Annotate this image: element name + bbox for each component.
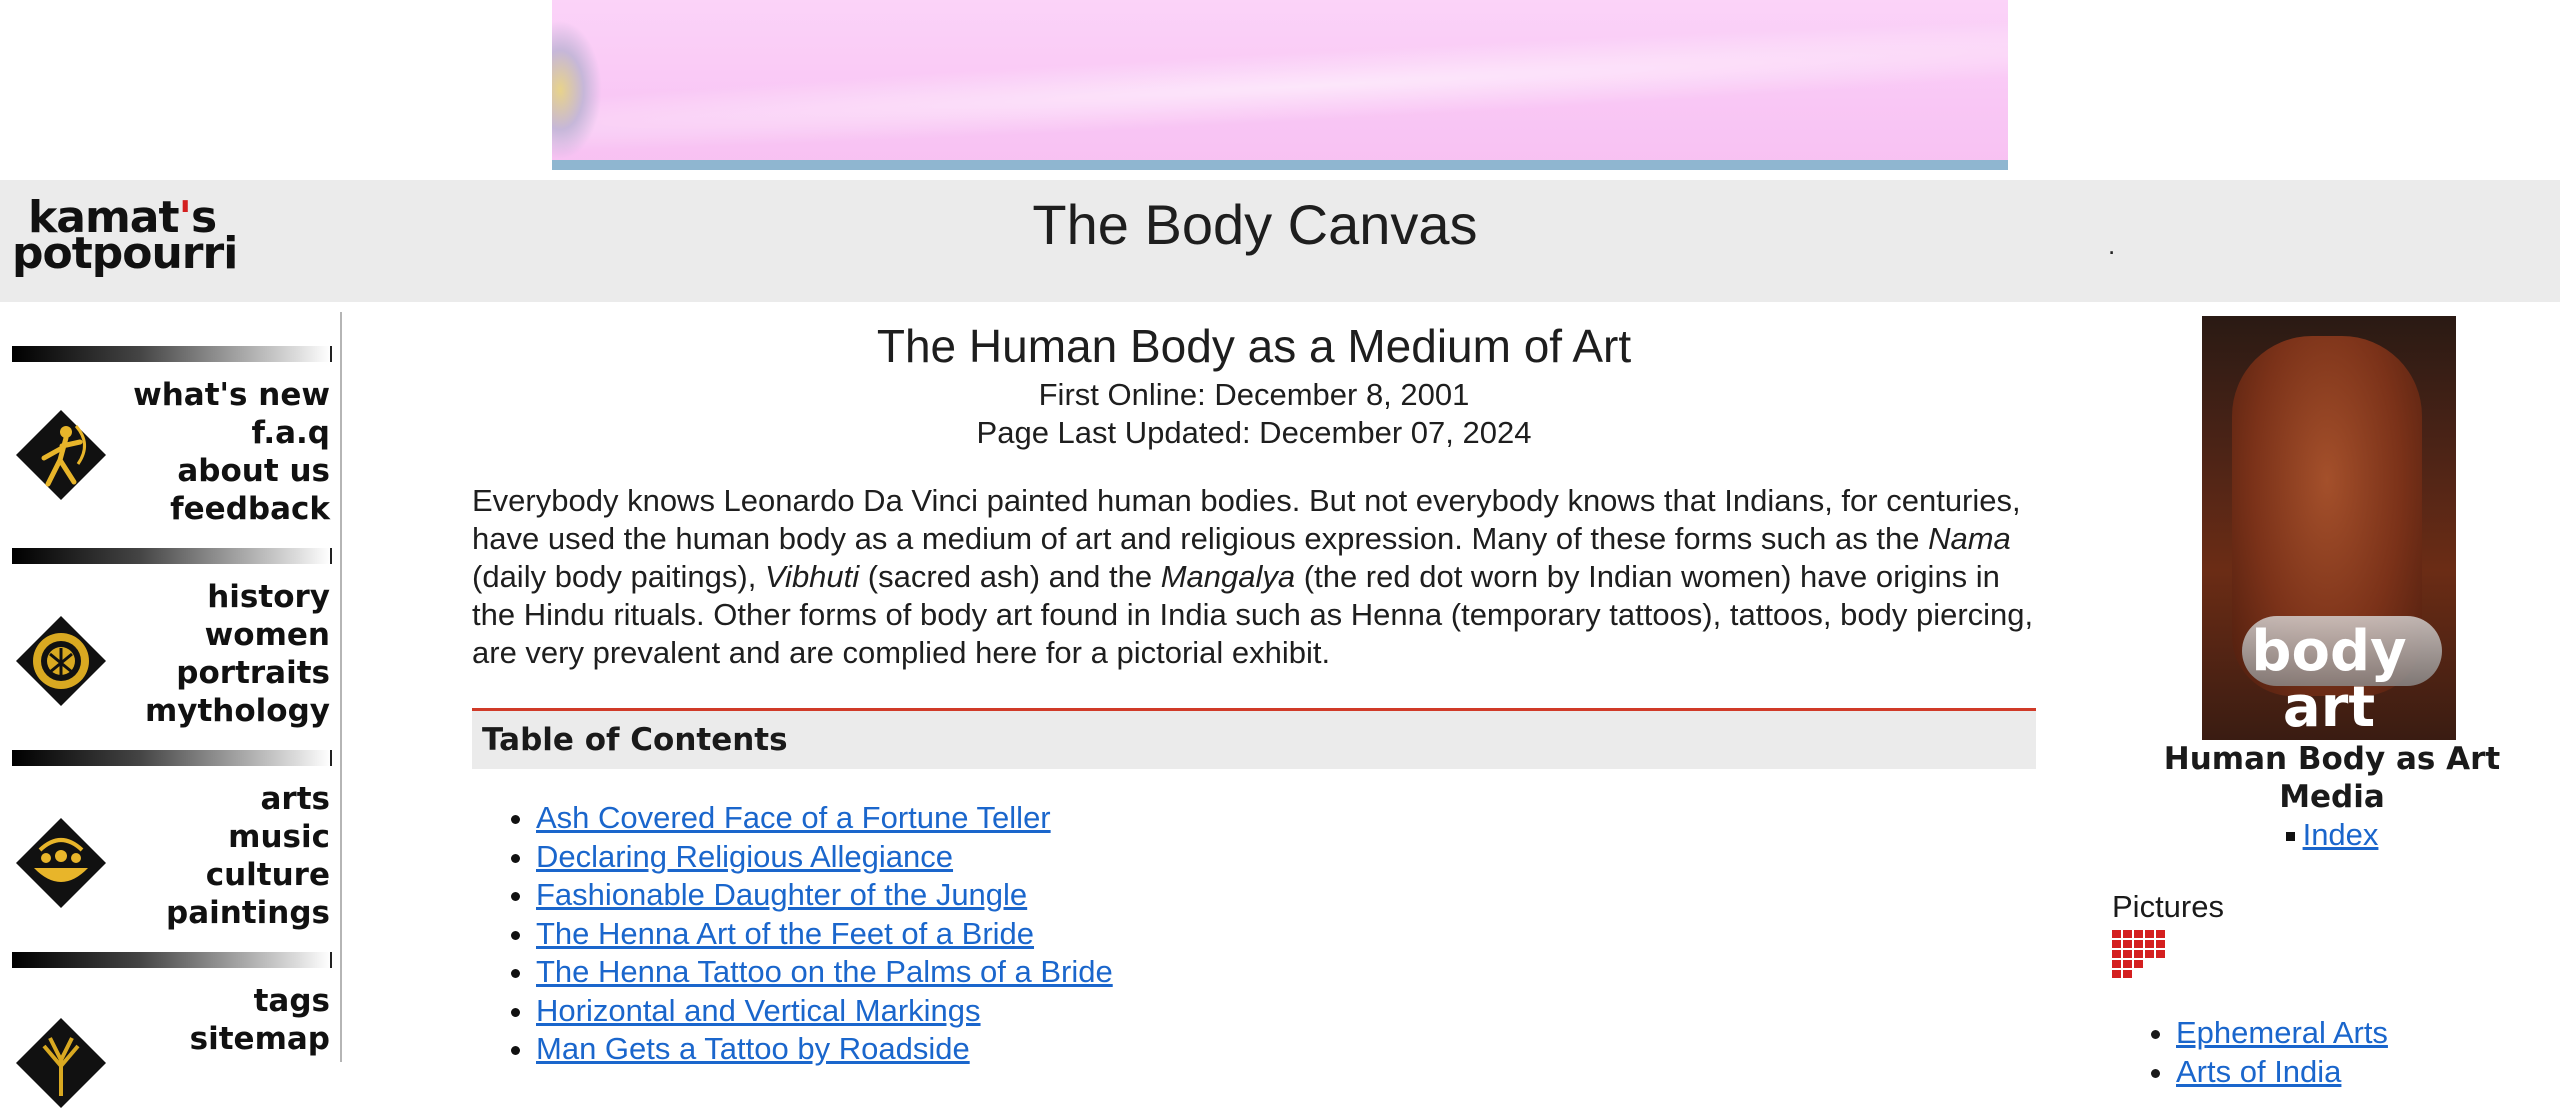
- index-link[interactable]: Index: [2303, 817, 2379, 852]
- nav-link-feedback[interactable]: feedback: [133, 490, 330, 528]
- list-item: Man Gets a Tattoo by Roadside: [536, 1030, 2036, 1069]
- term-mangalya: Mangalya: [1160, 559, 1296, 594]
- list-item: Arts of India: [2176, 1053, 2552, 1092]
- list-item: The Henna Tattoo on the Palms of a Bride: [536, 953, 2036, 992]
- term-vibhuti: Vibhuti: [764, 559, 860, 594]
- nav-divider: [12, 952, 332, 968]
- nav-link-culture[interactable]: culture: [166, 856, 330, 894]
- list-item: Horizontal and Vertical Markings: [536, 992, 2036, 1031]
- list-item: Declaring Religious Allegiance: [536, 838, 2036, 877]
- toc-list: Ash Covered Face of a Fortune Teller Dec…: [472, 799, 2036, 1069]
- sidebar-link-ephemeral-arts[interactable]: Ephemeral Arts: [2176, 1015, 2388, 1050]
- top-banner-image: [552, 0, 2008, 170]
- nav-link-mythology[interactable]: mythology: [145, 692, 330, 730]
- pictures-label: Pictures: [2112, 889, 2224, 924]
- toc-heading: Table of Contents: [472, 708, 2036, 769]
- peacock-icon[interactable]: [14, 614, 108, 708]
- header-dot: .: [2108, 230, 2116, 260]
- nav-link-women[interactable]: women: [145, 616, 330, 654]
- first-online-date: First Online: December 8, 2001: [1038, 377, 1470, 412]
- sidebar-link-arts-of-india[interactable]: Arts of India: [2176, 1054, 2341, 1089]
- last-updated-date: Page Last Updated: December 07, 2024: [976, 415, 1532, 450]
- image-caption: body art: [2251, 619, 2407, 740]
- list-item: Ephemeral Arts: [2176, 1014, 2552, 1053]
- left-navigation: what's new f.a.q about us feedback histo…: [0, 312, 342, 1108]
- toc-link[interactable]: Man Gets a Tattoo by Roadside: [536, 1031, 970, 1066]
- toc-link[interactable]: Declaring Religious Allegiance: [536, 839, 953, 874]
- list-item: Fashionable Daughter of the Jungle: [536, 876, 2036, 915]
- site-title: The Body Canvas: [1032, 193, 1478, 256]
- picture-grid-icon[interactable]: [2112, 930, 2165, 978]
- nav-link-whats-new[interactable]: what's new: [133, 376, 330, 414]
- right-sidebar: body art Human Body as Art Media Index P…: [2112, 316, 2552, 1091]
- body-art-image[interactable]: body art: [2202, 316, 2456, 740]
- sidebar-link-list: Ephemeral Arts Arts of India: [2112, 1014, 2552, 1091]
- site-header: kamat's potpourri The Body Canvas .: [0, 180, 2560, 302]
- main-content: The Human Body as a Medium of Art First …: [472, 312, 2036, 1069]
- nav-link-tags[interactable]: tags: [190, 982, 330, 1020]
- sidebar-title: Human Body as Art Media: [2163, 741, 2501, 815]
- page-title: The Human Body as a Medium of Art: [876, 320, 1632, 372]
- list-item: The Henna Art of the Feet of a Bride: [536, 915, 2036, 954]
- nav-link-music[interactable]: music: [166, 818, 330, 856]
- nav-divider: [12, 750, 332, 766]
- archer-icon[interactable]: [14, 408, 108, 502]
- toc-link[interactable]: Horizontal and Vertical Markings: [536, 993, 981, 1028]
- nav-link-paintings[interactable]: paintings: [166, 894, 330, 932]
- lamp-icon[interactable]: [14, 816, 108, 910]
- banner-stripe: [552, 160, 2008, 170]
- nav-link-history[interactable]: history: [145, 578, 330, 616]
- square-bullet-icon: [2285, 832, 2295, 842]
- toc-link[interactable]: Ash Covered Face of a Fortune Teller: [536, 800, 1051, 835]
- nav-link-arts[interactable]: arts: [166, 780, 330, 818]
- toc-link[interactable]: Fashionable Daughter of the Jungle: [536, 877, 1027, 912]
- nav-link-about-us[interactable]: about us: [133, 452, 330, 490]
- intro-paragraph: Everybody knows Leonardo Da Vinci painte…: [472, 483, 2034, 670]
- nav-divider: [12, 548, 332, 564]
- term-nama: Nama: [1928, 521, 2011, 556]
- nav-link-faq[interactable]: f.a.q: [133, 414, 330, 452]
- toc-link[interactable]: The Henna Tattoo on the Palms of a Bride: [536, 954, 1113, 989]
- nav-divider: [12, 346, 332, 362]
- tree-icon[interactable]: [14, 1016, 108, 1110]
- nav-link-portraits[interactable]: portraits: [145, 654, 330, 692]
- list-item: Ash Covered Face of a Fortune Teller: [536, 799, 2036, 838]
- nav-link-sitemap[interactable]: sitemap: [190, 1020, 330, 1058]
- index-row: Index: [2112, 816, 2552, 854]
- toc-link[interactable]: The Henna Art of the Feet of a Bride: [536, 916, 1034, 951]
